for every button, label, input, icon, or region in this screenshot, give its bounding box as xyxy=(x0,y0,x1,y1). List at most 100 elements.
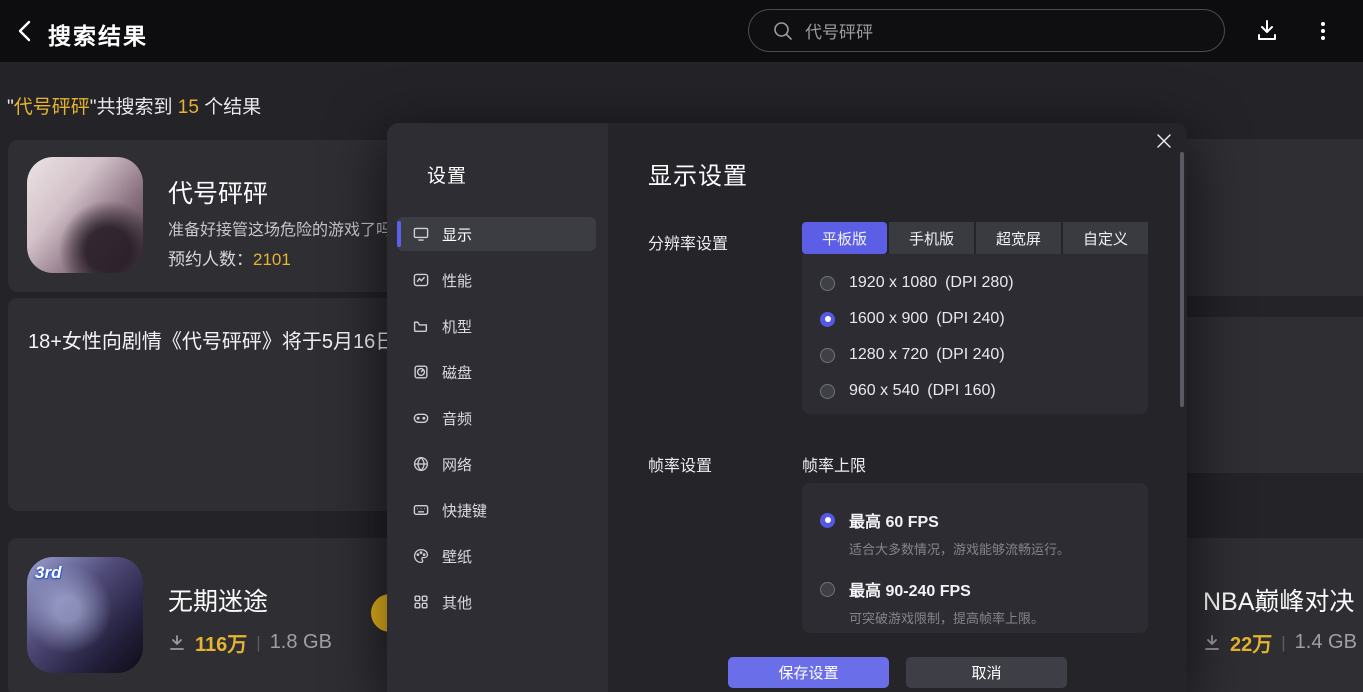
stat-divider: | xyxy=(256,632,261,652)
resolution-option-1280x720[interactable]: 1280 x 720 (DPI 240) xyxy=(820,337,1148,373)
panel-title: 显示设置 xyxy=(648,163,748,190)
radio-checked-icon[interactable] xyxy=(820,311,835,327)
download-count: 22万 xyxy=(1230,634,1273,656)
framerate-option-desc: 可突破游戏限制，提高帧率上限。 xyxy=(849,611,1045,626)
sidebar-item-label: 其他 xyxy=(442,594,473,612)
downloads-icon xyxy=(1205,634,1219,650)
download-count: 116万 xyxy=(195,634,248,656)
result-count-line: "代号砰砰"共搜索到 15 个结果 xyxy=(7,92,261,119)
tab-ultrawide[interactable]: 超宽屏 xyxy=(976,222,1061,254)
game-stats: 22万 | 1.4 GB xyxy=(1203,628,1357,657)
sidebar-item-shortcuts[interactable]: 快捷键 xyxy=(397,493,596,527)
dpi-value: (DPI 160) xyxy=(927,382,996,399)
reservation-label: 预约人数： xyxy=(168,250,253,269)
sidebar-item-label: 显示 xyxy=(442,226,473,244)
dpi-value: (DPI 280) xyxy=(945,274,1014,291)
sidebar-item-display[interactable]: 显示 xyxy=(397,217,596,251)
search-input[interactable] xyxy=(805,20,1185,41)
back-chevron-icon xyxy=(18,20,31,42)
grid-icon xyxy=(414,595,428,609)
package-size: 1.4 GB xyxy=(1294,631,1357,653)
sidebar-item-audio[interactable]: 音频 xyxy=(397,401,596,435)
game-title: NBA巅峰对决 xyxy=(1203,588,1355,616)
sidebar-item-performance[interactable]: 性能 xyxy=(397,263,596,297)
back-button[interactable] xyxy=(12,17,40,45)
framerate-option-60fps[interactable]: 最高 60 FPS 适合大多数情况，游戏能够流畅运行。 xyxy=(820,508,1148,558)
sidebar-item-network[interactable]: 网络 xyxy=(397,447,596,481)
quote-open: " xyxy=(7,97,14,118)
framerate-option-title: 最高 60 FPS xyxy=(849,514,939,531)
app-window: 搜索结果 "代号砰砰"共搜索到 15 个结果 代号砰砰 准备好接管这场危险的游 xyxy=(0,0,1363,692)
tab-custom[interactable]: 自定义 xyxy=(1063,222,1148,254)
settings-nav: 显示 性能 机型 磁盘 音频 网络 快捷键 壁纸 其他 xyxy=(387,217,608,631)
game-icon-daihao-pengpeng[interactable] xyxy=(27,157,143,273)
news-title: 18+女性向剧情《代号砰砰》将于5月16日 xyxy=(28,331,396,353)
game-title: 无期迷途 xyxy=(168,588,269,616)
page-title: 搜索结果 xyxy=(48,23,148,49)
framerate-options-panel: 最高 60 FPS 适合大多数情况，游戏能够流畅运行。 最高 90-240 FP… xyxy=(802,483,1148,633)
framerate-option-90-240fps[interactable]: 最高 90-240 FPS 可突破游戏限制，提高帧率上限。 xyxy=(820,577,1148,627)
stat-divider: | xyxy=(1281,632,1286,652)
disk-icon xyxy=(414,365,428,379)
result-suffix-text: 个结果 xyxy=(198,97,262,118)
radio-unchecked-icon[interactable] xyxy=(820,581,835,597)
game-stats: 116万 | 1.8 GB xyxy=(168,628,332,657)
resolution-value: 1600 x 900 xyxy=(849,310,929,327)
dpi-value: (DPI 240) xyxy=(936,346,1005,363)
sidebar-item-other[interactable]: 其他 xyxy=(397,585,596,619)
resolution-value: 1280 x 720 xyxy=(849,346,929,363)
resolution-value: 1920 x 1080 xyxy=(849,274,938,291)
dialog-scrollbar-thumb[interactable] xyxy=(1180,152,1184,407)
resolution-option-960x540[interactable]: 960 x 540 (DPI 160) xyxy=(820,373,1148,409)
game-icon-wuqi-mitu[interactable]: 3rd xyxy=(27,557,143,673)
sidebar-item-wallpaper[interactable]: 壁纸 xyxy=(397,539,596,573)
device-model-icon xyxy=(413,321,428,333)
resolution-options-panel: 1920 x 1080 (DPI 280) 1600 x 900 (DPI 240)… xyxy=(802,254,1148,414)
resolution-value: 960 x 540 xyxy=(849,382,920,399)
top-bar: 搜索结果 xyxy=(0,0,1363,62)
sidebar-item-label: 机型 xyxy=(442,318,473,336)
radio-unchecked-icon[interactable] xyxy=(820,383,835,399)
sidebar-item-label: 音频 xyxy=(442,410,473,428)
3rd-anniversary-badge: 3rd xyxy=(35,563,62,582)
sidebar-item-device-model[interactable]: 机型 xyxy=(397,309,596,343)
game-title: 代号砰砰 xyxy=(168,180,269,208)
result-middle-text: "共搜索到 xyxy=(89,97,178,118)
result-count: 15 xyxy=(177,97,199,118)
radio-unchecked-icon[interactable] xyxy=(820,347,835,363)
sidebar-item-label: 壁纸 xyxy=(442,548,473,566)
keyboard-icon xyxy=(413,505,429,515)
search-box[interactable] xyxy=(748,9,1225,52)
tab-phone[interactable]: 手机版 xyxy=(889,222,974,254)
reservation-count: 2101 xyxy=(253,250,291,269)
more-menu-button[interactable] xyxy=(1308,16,1338,46)
display-settings-panel: 显示设置 分辨率设置 平板版 手机版 超宽屏 自定义 1920 x 1080 (D… xyxy=(608,123,1187,692)
search-icon xyxy=(774,21,792,40)
sidebar-item-disk[interactable]: 磁盘 xyxy=(397,355,596,389)
settings-sidebar: 设置 显示 性能 机型 磁盘 音频 网络 快捷键 壁纸 其他 xyxy=(387,123,608,692)
resolution-option-1600x900[interactable]: 1600 x 900 (DPI 240) xyxy=(820,301,1148,337)
save-settings-button[interactable]: 保存设置 xyxy=(728,657,889,688)
settings-title: 设置 xyxy=(427,166,468,187)
framerate-section-label: 帧率设置 xyxy=(648,458,713,475)
network-globe-icon xyxy=(413,456,429,472)
framerate-cap-label: 帧率上限 xyxy=(802,458,867,475)
tab-tablet[interactable]: 平板版 xyxy=(802,222,887,254)
game-description: 准备好接管这场危险的游戏了吗 xyxy=(168,222,393,239)
audio-icon xyxy=(413,413,429,423)
sidebar-item-label: 磁盘 xyxy=(442,364,473,382)
settings-dialog: 设置 显示 性能 机型 磁盘 音频 网络 快捷键 壁纸 其他 显示设置 分辨率设… xyxy=(387,123,1187,692)
performance-icon xyxy=(413,273,429,287)
sidebar-item-label: 网络 xyxy=(442,456,473,474)
monitor-icon xyxy=(413,227,429,241)
dpi-value: (DPI 240) xyxy=(936,310,1005,327)
radio-unchecked-icon[interactable] xyxy=(820,275,835,291)
radio-checked-icon[interactable] xyxy=(820,512,835,528)
close-dialog-button[interactable] xyxy=(1154,131,1174,151)
resolution-option-1920x1080[interactable]: 1920 x 1080 (DPI 280) xyxy=(820,265,1148,301)
framerate-option-desc: 适合大多数情况，游戏能够流畅运行。 xyxy=(849,542,1071,557)
package-size: 1.8 GB xyxy=(269,631,332,653)
cancel-button[interactable]: 取消 xyxy=(906,657,1067,688)
download-manager-button[interactable] xyxy=(1252,16,1282,46)
resolution-section-label: 分辨率设置 xyxy=(648,236,729,253)
